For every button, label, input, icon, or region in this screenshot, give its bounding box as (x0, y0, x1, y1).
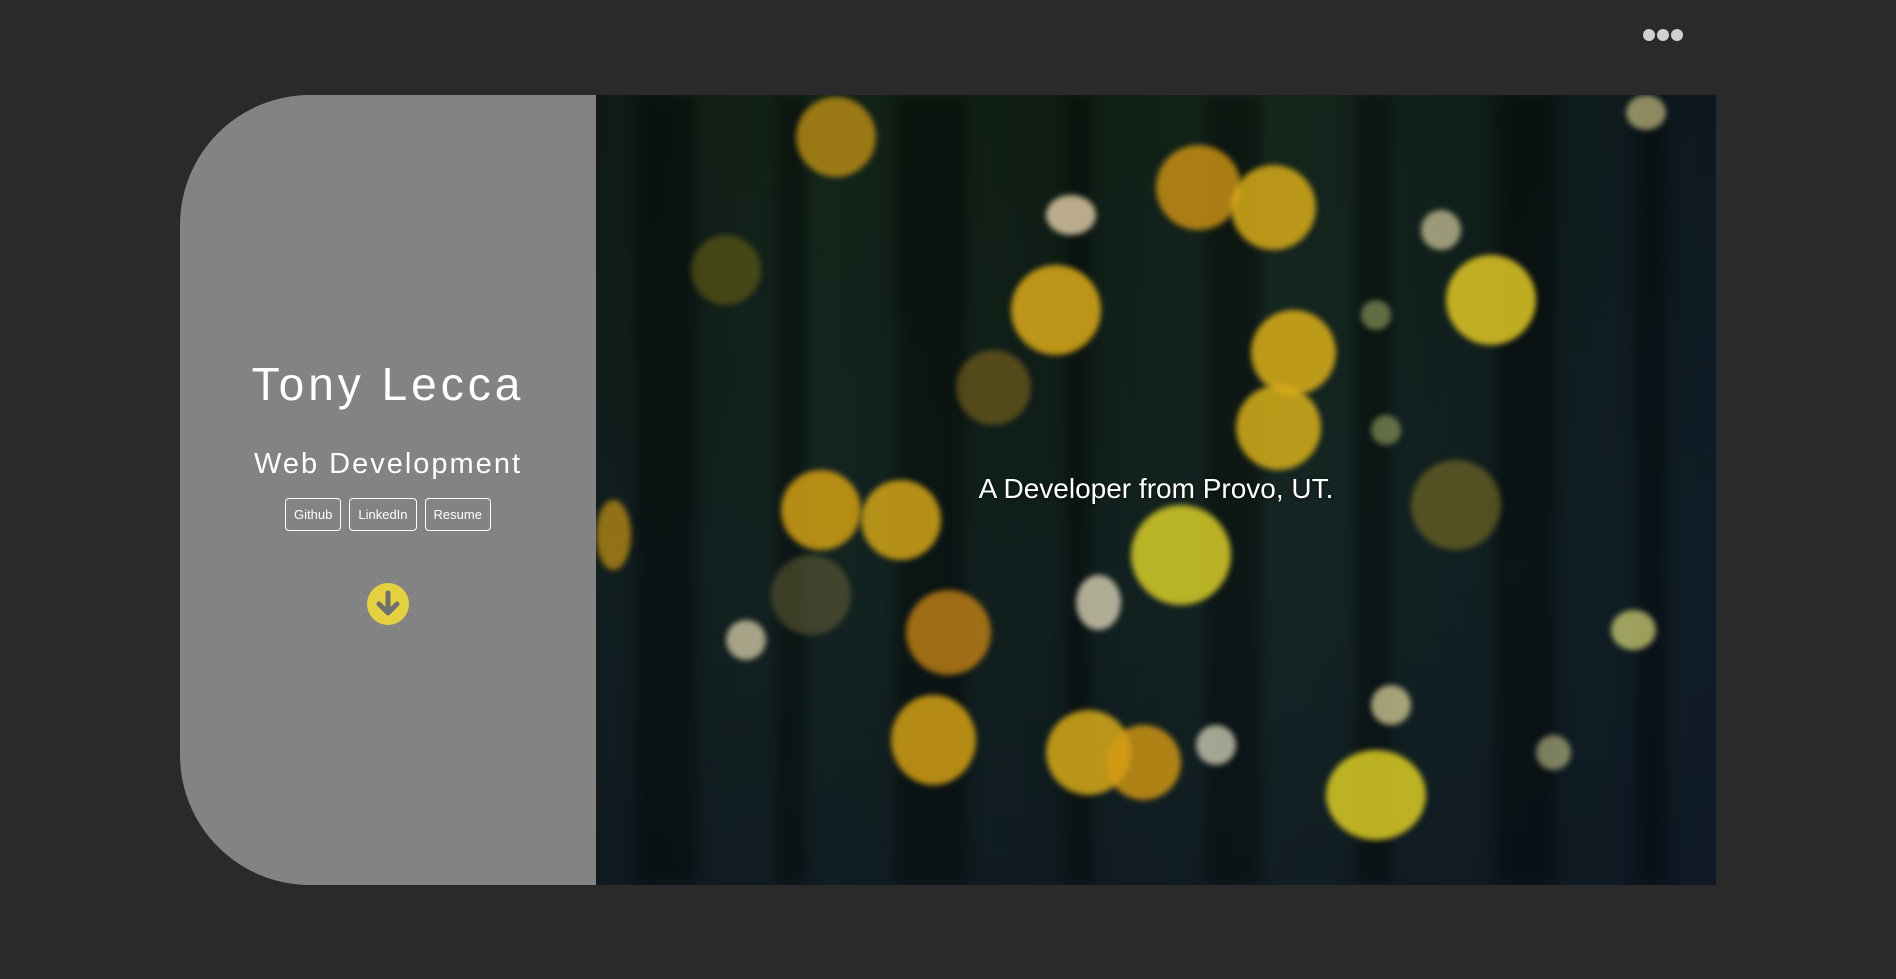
hero-tagline: A Developer from Provo, UT. (978, 473, 1334, 504)
menu-dot (1643, 29, 1655, 41)
more-menu-icon[interactable] (1643, 28, 1685, 42)
menu-dot (1671, 29, 1683, 41)
scroll-down-icon[interactable] (367, 583, 409, 625)
profile-links: Github LinkedIn Resume (180, 498, 596, 531)
hero-background-image: A Developer from Provo, UT. (596, 95, 1716, 885)
linkedin-button[interactable]: LinkedIn (349, 498, 417, 531)
resume-button[interactable]: Resume (424, 498, 491, 531)
hero-card: Tony Lecca Web Development Github Linked… (180, 95, 1716, 885)
profile-role: Web Development (253, 448, 523, 480)
profile-name: Tony Lecca (251, 358, 525, 410)
github-button[interactable]: Github (285, 498, 342, 531)
profile-panel: Tony Lecca Web Development Github Linked… (180, 95, 596, 885)
menu-dot (1657, 29, 1669, 41)
